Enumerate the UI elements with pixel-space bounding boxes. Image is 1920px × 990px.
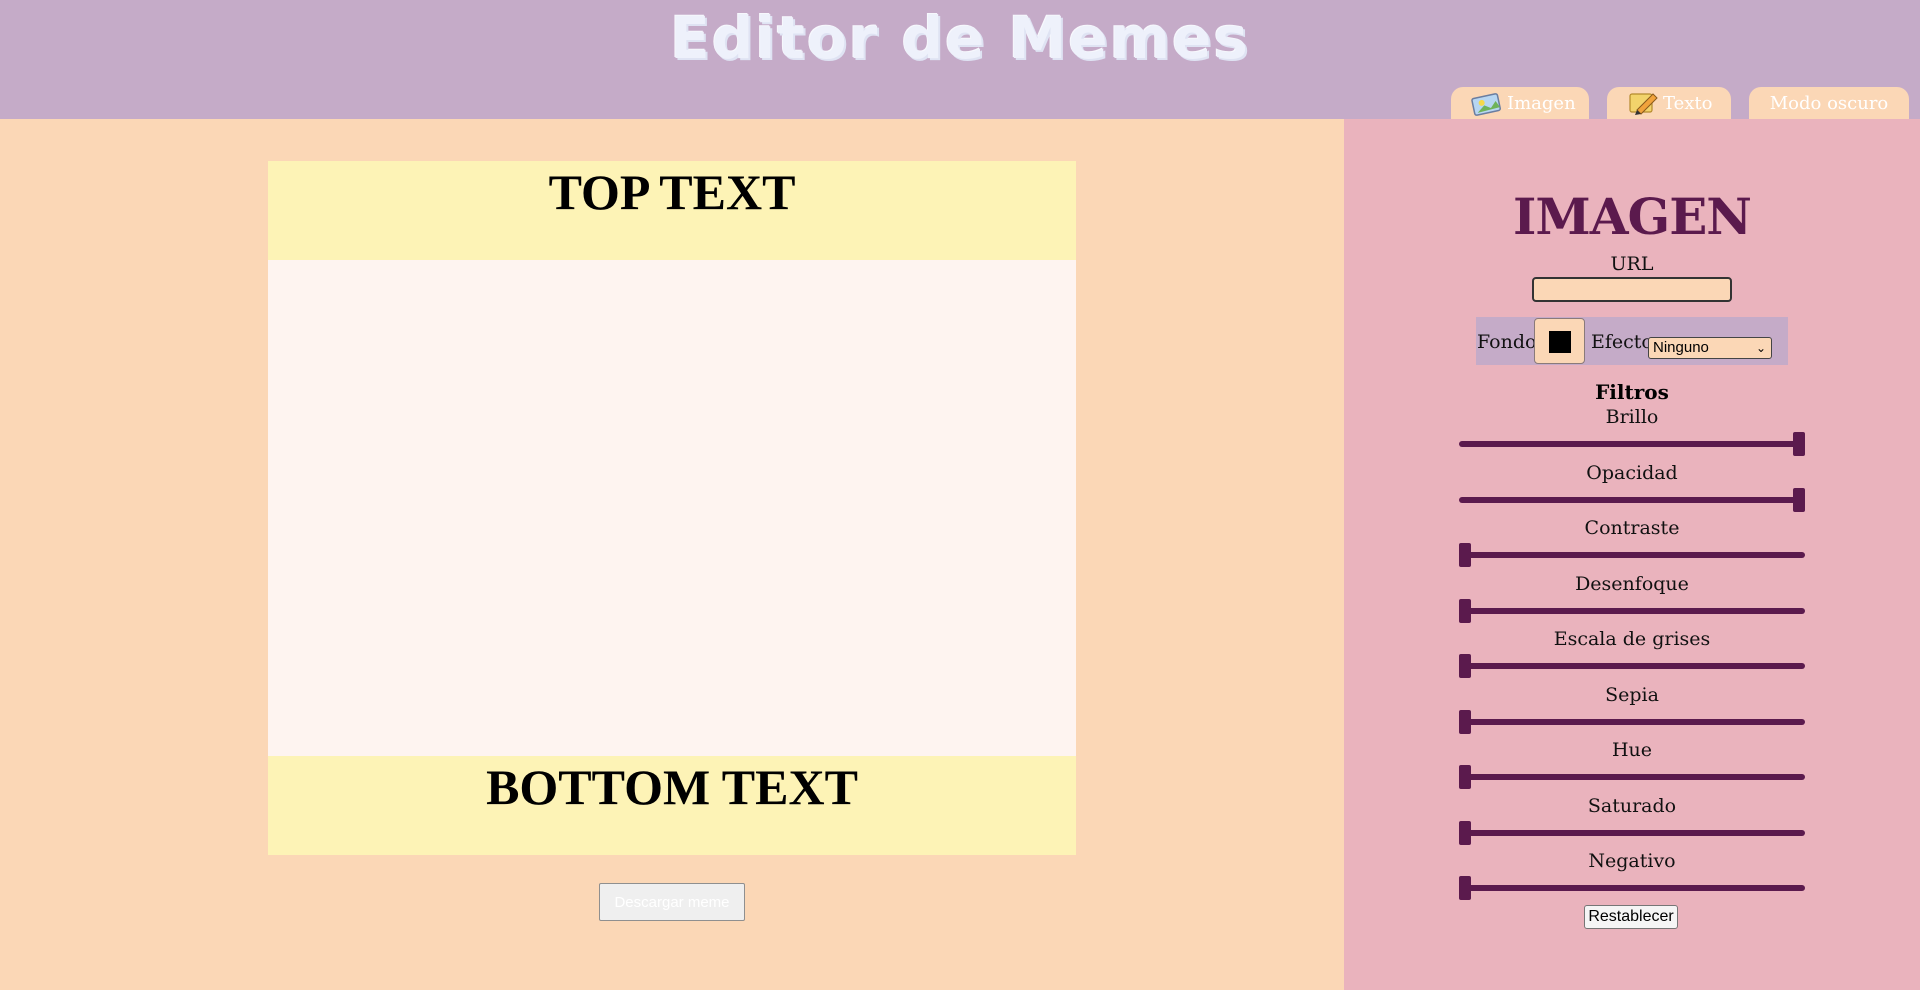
- slider-track: [1459, 774, 1805, 780]
- slider-thumb[interactable]: [1793, 432, 1805, 456]
- filter-label: Desenfoque: [1575, 573, 1689, 595]
- slider-thumb[interactable]: [1459, 599, 1471, 623]
- filter-label: Contraste: [1584, 517, 1680, 539]
- tab-imagen-label: Imagen: [1507, 92, 1576, 114]
- filter-label: Hue: [1611, 739, 1653, 761]
- slider-thumb[interactable]: [1459, 543, 1471, 567]
- slider-track: [1459, 441, 1805, 447]
- chevron-down-icon: ⌄: [1755, 341, 1766, 355]
- filter-slider[interactable]: [1459, 543, 1805, 567]
- app-header: Editor de Memes Imagen Texto Modo oscuro: [0, 0, 1920, 119]
- slider-thumb[interactable]: [1459, 821, 1471, 845]
- filtros-title: Filtros: [1595, 380, 1669, 404]
- filter-slider[interactable]: [1459, 599, 1805, 623]
- filter-slider[interactable]: [1459, 654, 1805, 678]
- filter-label: Opacidad: [1586, 462, 1678, 484]
- efecto-label: Efecto: [1591, 331, 1653, 353]
- slider-thumb[interactable]: [1459, 654, 1471, 678]
- slider-track: [1459, 608, 1805, 614]
- meme-image: [268, 260, 1076, 756]
- filter-slider[interactable]: [1459, 821, 1805, 845]
- filter-label: Brillo: [1605, 406, 1659, 428]
- slider-track: [1459, 552, 1805, 558]
- fondo-color-swatch: [1549, 331, 1571, 353]
- tab-texto-label: Texto: [1663, 92, 1713, 114]
- slider-thumb[interactable]: [1459, 765, 1471, 789]
- tab-modo-oscuro[interactable]: Modo oscuro: [1749, 87, 1909, 119]
- image-icon: [1471, 90, 1503, 116]
- pencil-icon: [1627, 90, 1659, 116]
- filter-slider[interactable]: [1459, 765, 1805, 789]
- slider-thumb[interactable]: [1793, 488, 1805, 512]
- reset-button[interactable]: Restablecer: [1584, 905, 1678, 929]
- fondo-color-picker[interactable]: [1534, 318, 1585, 364]
- filter-label: Sepia: [1605, 684, 1659, 706]
- meme-canvas-area: TOP TEXT BOTTOM TEXT Descargar meme: [0, 119, 1344, 990]
- efecto-select-value: Ninguno: [1653, 339, 1709, 356]
- slider-thumb[interactable]: [1459, 710, 1471, 734]
- slider-track: [1459, 885, 1805, 891]
- efecto-select[interactable]: Ninguno ⌄: [1648, 337, 1772, 359]
- filter-slider[interactable]: [1459, 876, 1805, 900]
- fondo-efecto-row: Fondo Efecto Ninguno ⌄: [1476, 317, 1788, 365]
- tab-imagen[interactable]: Imagen: [1451, 87, 1589, 119]
- app-title: Editor de Memes: [670, 4, 1250, 72]
- filter-slider[interactable]: [1459, 432, 1805, 456]
- filter-slider[interactable]: [1459, 710, 1805, 734]
- slider-track: [1459, 830, 1805, 836]
- url-label: URL: [1610, 253, 1654, 275]
- image-panel: IMAGEN URL Fondo Efecto Ninguno ⌄ Filtro…: [1344, 119, 1920, 990]
- filter-slider[interactable]: [1459, 488, 1805, 512]
- tab-texto[interactable]: Texto: [1607, 87, 1731, 119]
- download-meme-button[interactable]: Descargar meme: [599, 883, 745, 921]
- filter-label: Negativo: [1588, 850, 1676, 872]
- tab-bar: Imagen Texto Modo oscuro: [1433, 87, 1909, 119]
- slider-thumb[interactable]: [1459, 876, 1471, 900]
- tab-modo-oscuro-label: Modo oscuro: [1769, 92, 1889, 114]
- panel-title: IMAGEN: [1512, 187, 1752, 246]
- url-input[interactable]: [1532, 277, 1732, 302]
- slider-track: [1459, 663, 1805, 669]
- meme-container: TOP TEXT BOTTOM TEXT: [268, 161, 1076, 855]
- filter-label: Escala de grises: [1553, 628, 1711, 650]
- fondo-label: Fondo: [1477, 331, 1537, 353]
- filter-label: Saturado: [1587, 795, 1677, 817]
- slider-track: [1459, 719, 1805, 725]
- meme-bottom-text: BOTTOM TEXT: [268, 756, 1076, 855]
- meme-top-text: TOP TEXT: [268, 161, 1076, 260]
- slider-track: [1459, 497, 1805, 503]
